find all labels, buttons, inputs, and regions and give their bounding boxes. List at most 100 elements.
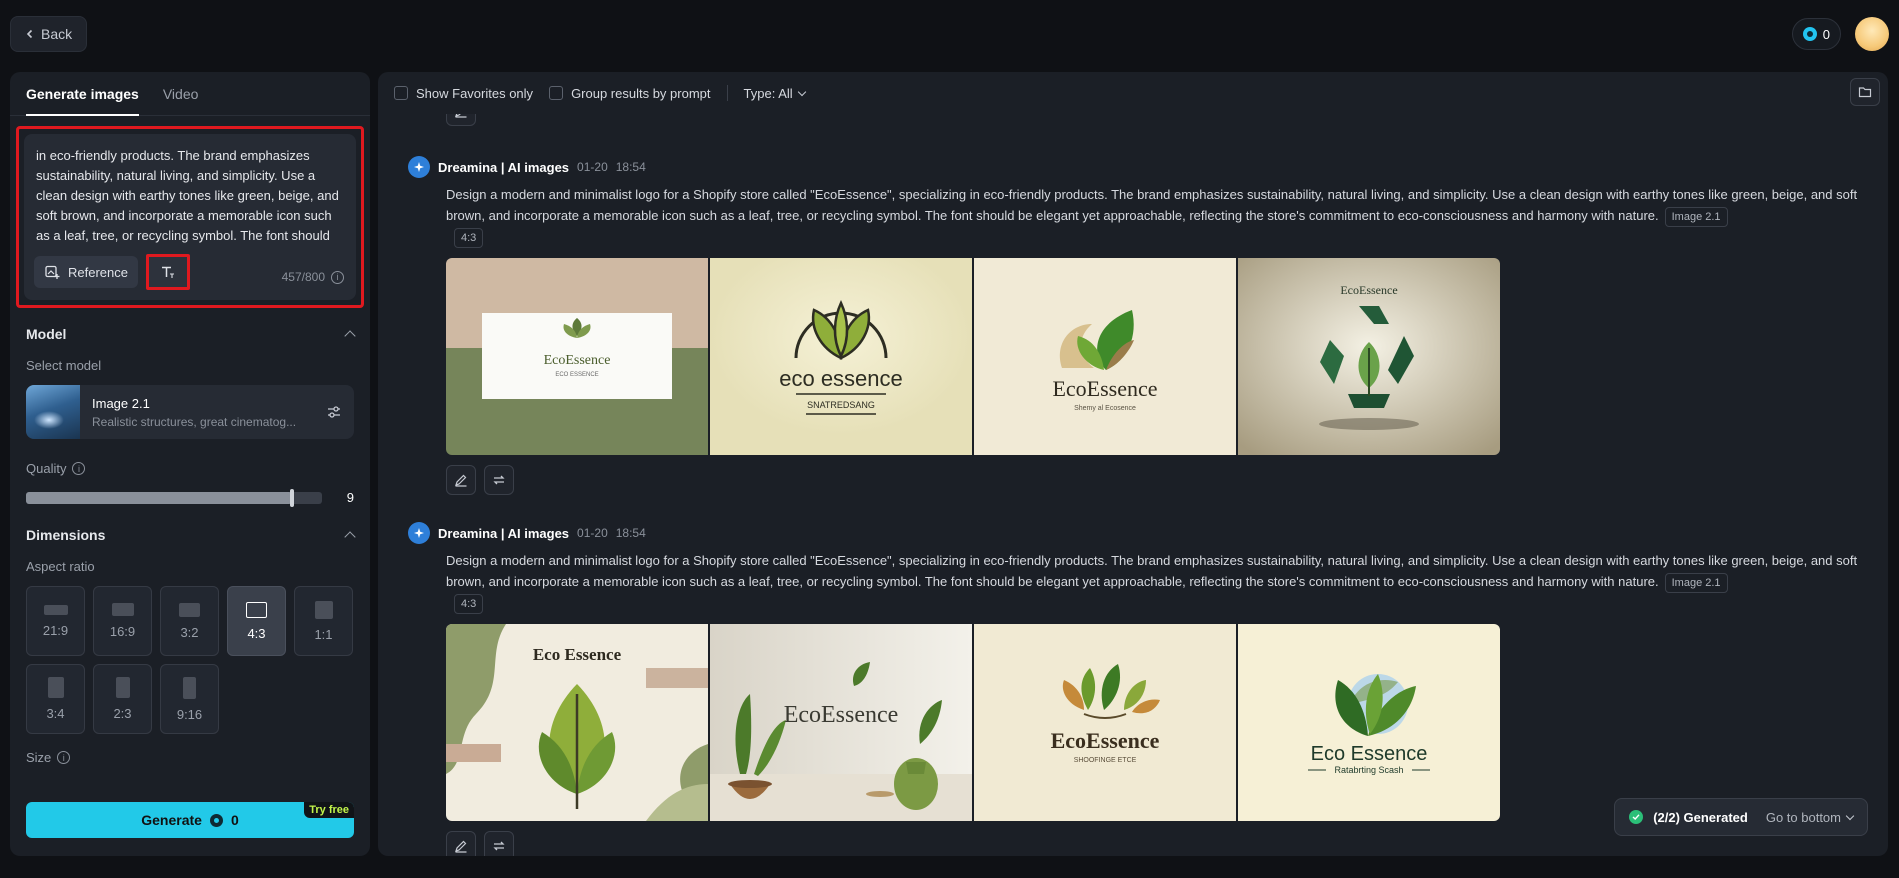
image-logo-subtext: SNATREDSANG: [807, 400, 875, 410]
back-label: Back: [41, 26, 73, 42]
quality-slider[interactable]: [26, 488, 322, 507]
aspect-ratio-grid: 21:9 16:9 3:2 4:3 1:1 3:4 2:3 9:16: [10, 586, 370, 734]
select-model-label: Select model: [26, 358, 102, 373]
coin-icon: [1802, 27, 1817, 41]
favorites-checkbox[interactable]: Show Favorites only: [394, 86, 533, 101]
ratio-3-4[interactable]: 3:4: [26, 664, 85, 734]
text-style-button[interactable]: [145, 254, 190, 290]
generated-image[interactable]: EcoEssence: [710, 624, 972, 822]
quality-value: 9: [346, 490, 354, 505]
ratio-21-9[interactable]: 21:9: [26, 586, 85, 656]
model-section-header[interactable]: Model: [10, 326, 370, 342]
result-images: Eco Essence EcoEssence EcoEssence SHOOFIN…: [446, 624, 1868, 822]
result-author: Dreamina | AI images: [438, 525, 570, 541]
generate-label: Generate: [141, 812, 202, 828]
result-prompt[interactable]: Design a modern and minimalist logo for …: [446, 184, 1866, 249]
sliders-icon: [328, 406, 340, 418]
result-prompt[interactable]: Design a modern and minimalist logo for …: [446, 550, 1866, 615]
ratio-4-3[interactable]: 4:3: [227, 586, 286, 656]
image-logo-subtext: Shemy al Ecosence: [1074, 405, 1136, 412]
info-icon[interactable]: i: [331, 270, 344, 284]
check-circle-icon: [1629, 810, 1644, 824]
edit-icon: [455, 114, 467, 118]
result-date: 01-20: [577, 526, 608, 540]
image-logo-subtext: ECO ESSENCE: [555, 372, 598, 378]
tab-generate-images[interactable]: Generate images: [26, 72, 139, 116]
reference-button[interactable]: Reference: [34, 256, 138, 288]
back-button[interactable]: Back: [10, 16, 88, 52]
quality-slider-handle[interactable]: [290, 488, 295, 507]
generation-status-toast: (2/2) Generated Go to bottom: [1614, 798, 1868, 836]
chevron-up-icon: [344, 531, 356, 543]
ratio-shape-icon: [179, 602, 200, 617]
edit-button[interactable]: [446, 114, 476, 126]
model-selector[interactable]: Image 2.1 Realistic structures, great ci…: [26, 385, 354, 439]
chevron-left-icon: [26, 29, 33, 39]
dreamina-logo-icon: [408, 156, 430, 178]
generate-cost: 0: [230, 812, 239, 828]
results-panel: Show Favorites only Group results by pro…: [378, 72, 1888, 856]
ratio-3-2[interactable]: 3:2: [160, 586, 219, 656]
generated-image[interactable]: EcoEssence: [1238, 258, 1500, 456]
folder-icon: [1858, 87, 1872, 98]
prompt-text[interactable]: in eco-friendly products. The brand emph…: [36, 146, 344, 246]
generated-image[interactable]: EcoEssence Shemy al Ecosence: [974, 258, 1236, 456]
generation-status: (2/2) Generated: [1653, 809, 1748, 825]
info-icon[interactable]: i: [72, 462, 86, 475]
dimensions-section-header[interactable]: Dimensions: [10, 527, 370, 543]
ratio-2-3[interactable]: 2:3: [93, 664, 152, 734]
results-feed[interactable]: Dreamina | AI images 01-20 18:54 Design …: [378, 114, 1888, 856]
checkbox-box[interactable]: [394, 86, 408, 100]
model-tag: Image 2.1: [1664, 572, 1728, 593]
edit-button[interactable]: [446, 465, 476, 496]
ratio-shape-icon: [246, 601, 267, 618]
reference-label: Reference: [68, 264, 128, 280]
credits-indicator[interactable]: 0: [1791, 18, 1841, 50]
dreamina-logo-icon: [408, 522, 430, 544]
generated-image[interactable]: EcoEssence ECO ESSENCE: [446, 258, 708, 456]
generate-button[interactable]: Generate 0 Try free: [26, 802, 354, 838]
ratio-shape-icon: [43, 604, 68, 615]
ratio-shape-icon: [111, 603, 134, 616]
generated-image[interactable]: Eco Essence Ratabrting Scash: [1238, 624, 1500, 822]
ratio-9-16[interactable]: 9:16: [160, 664, 219, 734]
ratio-shape-icon: [115, 677, 130, 698]
quality-label: Quality: [26, 461, 67, 476]
regenerate-button[interactable]: [484, 831, 514, 856]
image-logo-text: EcoEssence: [1051, 728, 1160, 753]
edit-button[interactable]: [446, 831, 476, 856]
ratio-16-9[interactable]: 16:9: [93, 586, 152, 656]
ratio-tag: 4:3: [454, 228, 484, 249]
chevron-down-icon: [797, 87, 806, 96]
checkbox-box[interactable]: [549, 86, 564, 100]
info-icon[interactable]: i: [57, 751, 71, 764]
prompt-input[interactable]: in eco-friendly products. The brand emph…: [24, 134, 356, 300]
generated-image[interactable]: EcoEssence SHOOFINGE ETCE: [974, 624, 1236, 822]
generated-image[interactable]: eco essence SNATREDSANG: [710, 258, 972, 456]
tab-video[interactable]: Video: [163, 72, 199, 116]
generation-panel: Generate images Video in eco-friendly pr…: [10, 72, 370, 856]
dimensions-section-title: Dimensions: [26, 527, 106, 543]
image-add-icon: [45, 265, 60, 279]
result-group: Dreamina | AI images 01-20 18:54 Design …: [408, 156, 1868, 496]
result-date: 01-20: [577, 160, 608, 174]
coin-icon: [209, 813, 223, 827]
result-time: 18:54: [615, 160, 646, 174]
model-description: Realistic structures, great cinematog...: [92, 414, 297, 429]
chevron-down-icon: [1845, 811, 1855, 820]
size-label: Size: [26, 750, 52, 765]
ratio-1-1[interactable]: 1:1: [294, 586, 353, 656]
image-logo-text: Eco Essence: [533, 645, 622, 664]
result-images: EcoEssence ECO ESSENCE eco essence SNATRED…: [446, 258, 1868, 456]
repeat-icon: [493, 475, 505, 485]
type-filter-dropdown[interactable]: Type: All: [744, 86, 806, 101]
ratio-tag: 4:3: [454, 594, 484, 615]
model-settings-button[interactable]: [314, 404, 354, 420]
folder-button[interactable]: [1850, 78, 1880, 106]
edit-icon: [455, 474, 467, 487]
regenerate-button[interactable]: [484, 465, 514, 496]
generated-image[interactable]: Eco Essence: [446, 624, 708, 822]
group-checkbox[interactable]: Group results by prompt: [549, 86, 711, 101]
go-to-bottom-button[interactable]: Go to bottom: [1766, 810, 1855, 825]
avatar[interactable]: [1855, 17, 1889, 51]
